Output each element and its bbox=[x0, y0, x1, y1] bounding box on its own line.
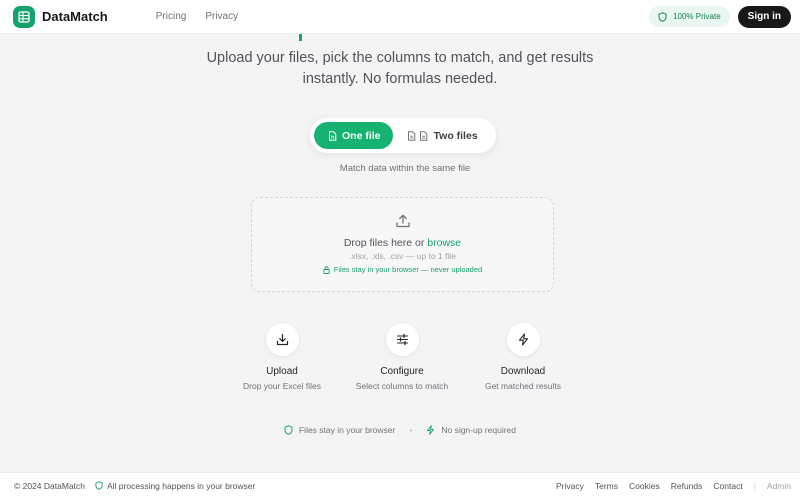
file-icon bbox=[329, 130, 337, 141]
hero-subtitle: Upload your files, pick the columns to m… bbox=[206, 50, 594, 87]
step-download-icon-circle bbox=[506, 323, 540, 356]
logo-icon[interactable] bbox=[13, 5, 35, 28]
one-file-option[interactable]: One file bbox=[314, 122, 393, 149]
step-upload: Upload Drop your Excel files bbox=[222, 323, 342, 391]
step-upload-icon-circle bbox=[265, 323, 299, 356]
mode-description: Match data within the same file bbox=[339, 163, 471, 174]
step-download-desc: Get matched results bbox=[484, 381, 562, 391]
signin-button[interactable]: Sign in bbox=[737, 5, 791, 28]
one-file-label: One file bbox=[342, 129, 381, 142]
trust-separator: • bbox=[409, 425, 413, 435]
step-upload-title: Upload bbox=[266, 366, 298, 377]
footer-link-refunds[interactable]: Refunds bbox=[671, 481, 703, 491]
footer-link-terms[interactable]: Terms bbox=[595, 481, 618, 491]
hero-heading-fragment bbox=[299, 34, 302, 41]
footer-link-cookies[interactable]: Cookies bbox=[629, 481, 660, 491]
browse-link[interactable]: browse bbox=[427, 237, 461, 249]
private-badge: 100% Private bbox=[649, 6, 730, 27]
trust-browser-label: Files stay in your browser bbox=[298, 425, 396, 435]
nav-privacy[interactable]: Privacy bbox=[205, 11, 238, 22]
page-footer: © 2024 DataMatch All processing happens … bbox=[0, 472, 800, 498]
step-configure: Configure Select columns to match bbox=[342, 323, 462, 391]
privacy-note: Files stay in your browser — never uploa… bbox=[252, 265, 553, 274]
footer-note-label: All processing happens in your browser bbox=[107, 480, 256, 491]
step-download-title: Download bbox=[500, 366, 546, 377]
lock-icon bbox=[323, 265, 330, 274]
lightning-icon bbox=[427, 425, 435, 435]
mode-toggle: One file Two files bbox=[310, 118, 496, 153]
footer-copyright: © 2024 DataMatch bbox=[14, 480, 85, 491]
private-badge-label: 100% Private bbox=[673, 12, 721, 21]
download-icon bbox=[276, 333, 288, 346]
step-upload-desc: Drop your Excel files bbox=[243, 381, 321, 391]
nav-pricing[interactable]: Pricing bbox=[156, 11, 187, 22]
footer-divider: | bbox=[753, 480, 756, 491]
two-files-option[interactable]: Two files bbox=[393, 122, 478, 149]
shield-icon bbox=[95, 481, 103, 490]
footer-link-privacy[interactable]: Privacy bbox=[556, 481, 584, 491]
brand-name[interactable]: DataMatch bbox=[42, 9, 108, 24]
trust-row: Files stay in your browser • No sign-up … bbox=[200, 424, 600, 436]
upload-icon bbox=[396, 214, 410, 228]
shield-icon bbox=[658, 11, 667, 22]
trust-signup-label: No sign-up required bbox=[441, 425, 516, 435]
footer-links: Privacy Terms Cookies Refunds Contact | … bbox=[556, 481, 791, 491]
footer-link-contact[interactable]: Contact bbox=[713, 481, 742, 491]
footer-link-admin[interactable]: Admin bbox=[767, 481, 791, 491]
top-nav: DataMatch Pricing Privacy 100% Private S… bbox=[0, 0, 800, 34]
accepted-file-types: .xlsx, .xls, .csv — up to 1 file bbox=[349, 251, 456, 261]
files-icon bbox=[407, 130, 427, 141]
shield-icon bbox=[284, 425, 293, 435]
dropzone-text: Drop files here or browse bbox=[252, 237, 553, 249]
step-download: Download Get matched results bbox=[463, 323, 583, 391]
file-dropzone[interactable]: Drop files here or browse .xlsx, .xls, .… bbox=[251, 197, 554, 292]
lightning-icon bbox=[518, 333, 528, 346]
sliders-icon bbox=[396, 333, 408, 346]
dropzone-label: Drop files here or bbox=[343, 237, 425, 249]
step-configure-desc: Select columns to match bbox=[355, 381, 449, 391]
step-configure-icon-circle bbox=[385, 323, 419, 356]
footer-note: All processing happens in your browser bbox=[95, 481, 255, 491]
step-configure-title: Configure bbox=[380, 366, 424, 377]
two-files-label: Two files bbox=[433, 129, 478, 142]
privacy-note-label: Files stay in your browser — never uploa… bbox=[333, 265, 483, 274]
